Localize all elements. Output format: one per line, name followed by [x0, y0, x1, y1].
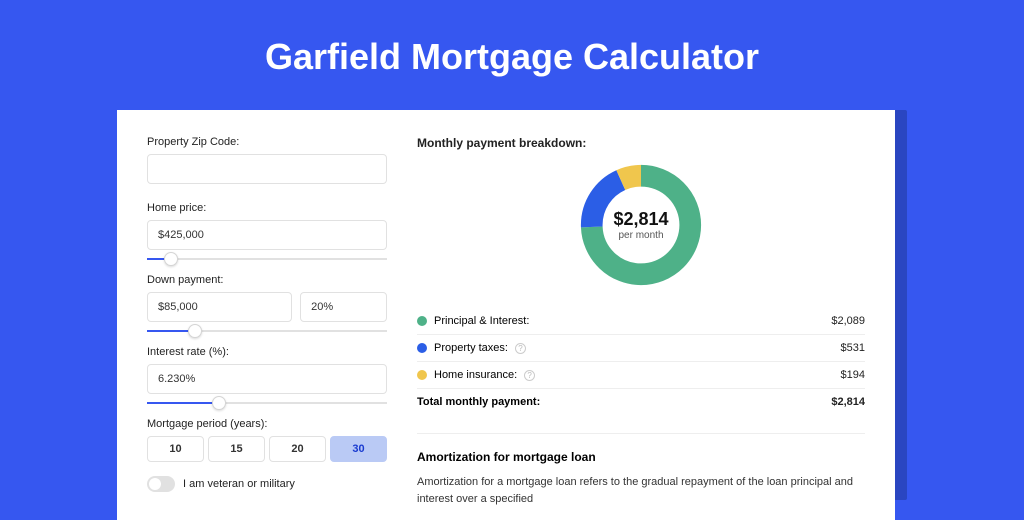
period-btn-15[interactable]: 15 [208, 436, 265, 462]
veteran-toggle[interactable] [147, 476, 175, 492]
home-price-input[interactable] [147, 220, 387, 250]
period-field: Mortgage period (years): 10152030 [147, 418, 387, 462]
info-icon[interactable]: ? [515, 343, 526, 354]
down-payment-amount-input[interactable] [147, 292, 292, 322]
period-options: 10152030 [147, 436, 387, 462]
total-row: Total monthly payment: $2,814 [417, 388, 865, 415]
down-payment-slider[interactable] [147, 330, 387, 332]
legend-label: Property taxes: [434, 342, 508, 354]
green-dot-icon [417, 316, 427, 326]
veteran-row: I am veteran or military [147, 476, 387, 492]
interest-label: Interest rate (%): [147, 346, 387, 358]
legend-label: Home insurance: [434, 369, 517, 381]
legend-row-green: Principal & Interest: $2,089 [417, 308, 865, 334]
amortization-section: Amortization for mortgage loan Amortizat… [417, 433, 865, 507]
interest-field: Interest rate (%): [147, 346, 387, 394]
interest-slider[interactable] [147, 402, 387, 404]
total-value: $2,814 [831, 396, 865, 408]
home-price-label: Home price: [147, 202, 387, 214]
donut-sub: per month [618, 230, 663, 241]
home-price-slider[interactable] [147, 258, 387, 260]
toggle-knob [149, 478, 161, 490]
zip-label: Property Zip Code: [147, 136, 387, 148]
legend-row-blue: Property taxes:? $531 [417, 334, 865, 361]
card-shadow: Property Zip Code: Home price: Down paym… [117, 110, 907, 500]
inputs-panel: Property Zip Code: Home price: Down paym… [147, 136, 387, 520]
period-label: Mortgage period (years): [147, 418, 387, 430]
zip-input[interactable] [147, 154, 387, 184]
amortization-heading: Amortization for mortgage loan [417, 450, 865, 464]
legend-value: $194 [841, 369, 865, 381]
period-btn-30[interactable]: 30 [330, 436, 387, 462]
amortization-body: Amortization for a mortgage loan refers … [417, 474, 865, 507]
breakdown-header: Monthly payment breakdown: [417, 136, 865, 150]
blue-dot-icon [417, 343, 427, 353]
monthly-donut-chart: $2,814 per month [576, 160, 706, 290]
period-btn-10[interactable]: 10 [147, 436, 204, 462]
down-payment-field: Down payment: [147, 274, 387, 322]
calculator-card: Property Zip Code: Home price: Down paym… [117, 110, 895, 520]
page-title: Garfield Mortgage Calculator [0, 36, 1024, 78]
period-btn-20[interactable]: 20 [269, 436, 326, 462]
breakdown-panel: Monthly payment breakdown: $2,814 per mo… [417, 136, 865, 520]
total-label: Total monthly payment: [417, 396, 540, 408]
legend-value: $2,089 [831, 315, 865, 327]
info-icon[interactable]: ? [524, 370, 535, 381]
legend-value: $531 [841, 342, 865, 354]
home-price-field: Home price: [147, 202, 387, 250]
donut-amount: $2,814 [613, 209, 668, 230]
legend-label: Principal & Interest: [434, 315, 529, 327]
yellow-dot-icon [417, 370, 427, 380]
down-payment-label: Down payment: [147, 274, 387, 286]
veteran-label: I am veteran or military [183, 478, 295, 490]
interest-input[interactable] [147, 364, 387, 394]
legend-row-yellow: Home insurance:? $194 [417, 361, 865, 388]
zip-field: Property Zip Code: [147, 136, 387, 184]
down-payment-pct-input[interactable] [300, 292, 387, 322]
